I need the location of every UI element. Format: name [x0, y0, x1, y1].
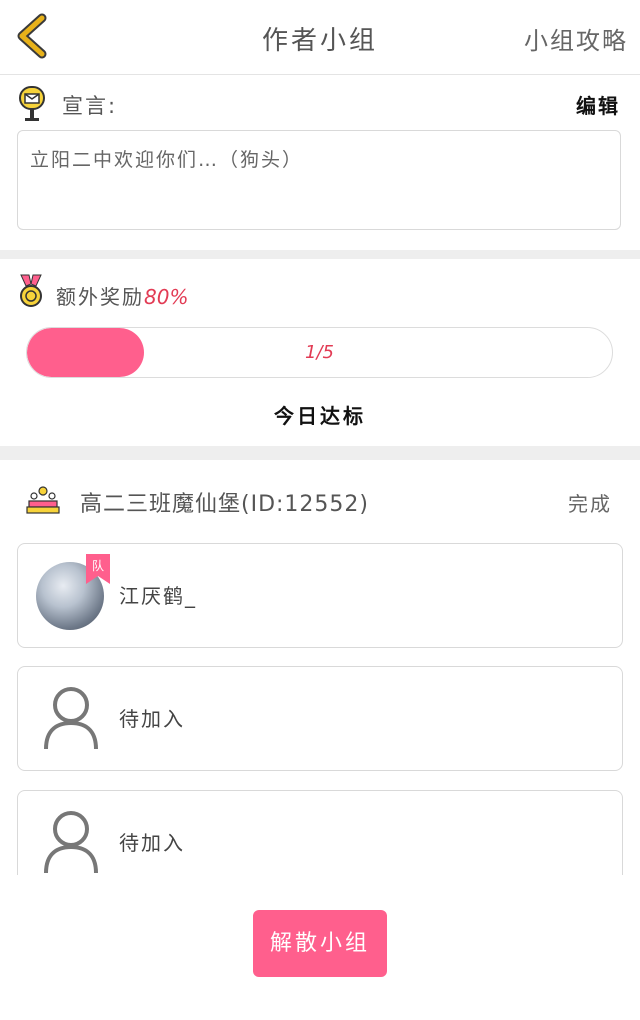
group-guide-link[interactable]: 小组攻略 — [524, 21, 628, 56]
leader-badge-label: 队 — [91, 559, 104, 573]
top-bar: 作者小组 小组攻略 — [0, 0, 640, 75]
member-card[interactable]: 队 江厌鹤_ — [17, 543, 623, 648]
declaration-label: 宣言: — [62, 94, 118, 118]
user-placeholder-icon — [44, 811, 98, 874]
member-card-pending[interactable]: 待加入 — [17, 790, 623, 875]
dismiss-group-button[interactable]: 解散小组 — [253, 910, 387, 977]
daily-progress-bar: 1/5 — [26, 327, 613, 378]
group-name: 高二三班魔仙堡(ID:12552) — [80, 492, 369, 517]
member-name: 待加入 — [119, 707, 185, 731]
medal-icon — [20, 274, 42, 307]
done-button[interactable]: 完成 — [568, 488, 612, 517]
member-name: 待加入 — [119, 831, 185, 855]
section-divider — [0, 446, 640, 460]
mailbox-icon — [19, 86, 45, 121]
progress-count: 1/5 — [305, 342, 334, 363]
declaration-text: 立阳二中欢迎你们…（狗头） — [17, 130, 621, 230]
edit-declaration-button[interactable]: 编辑 — [576, 90, 620, 119]
daily-goal-label: 今日达标 — [274, 404, 366, 428]
section-divider — [0, 250, 640, 259]
group-icon — [26, 486, 60, 514]
member-list-viewport: 待加入 — [0, 788, 640, 875]
member-name: 江厌鹤_ — [119, 584, 197, 608]
member-card-pending[interactable]: 待加入 — [17, 666, 623, 771]
user-placeholder-icon — [44, 687, 98, 750]
extra-reward-label: 额外奖励80% — [56, 285, 189, 309]
extra-reward-percent: 80% — [144, 285, 189, 309]
